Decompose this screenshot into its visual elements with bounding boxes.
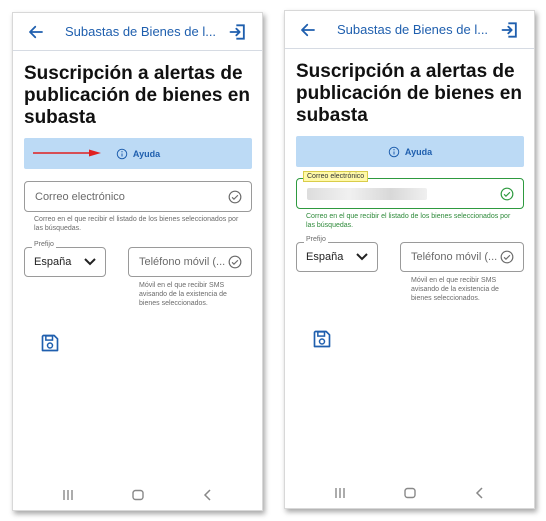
app-bar-title: Subastas de Bienes de l...	[65, 24, 215, 39]
email-helper-text: Correo en el que recibir el listado de l…	[34, 216, 239, 232]
page-title: Suscripción a alertas de publicación de …	[24, 63, 250, 128]
recents-icon[interactable]	[333, 486, 347, 500]
screenshot-canvas: Subastas de Bienes de l... Suscripción a…	[0, 0, 546, 521]
exit-icon[interactable]	[228, 22, 248, 42]
app-bar-title: Subastas de Bienes de l...	[337, 22, 487, 37]
email-helper-text: Correo en el que recibir el listado de l…	[306, 213, 511, 229]
phone-field[interactable]: Teléfono móvil (...	[128, 247, 252, 277]
app-bar: Subastas de Bienes de l...	[285, 11, 534, 49]
prefix-select[interactable]: España	[24, 247, 106, 277]
chevron-down-icon	[356, 253, 368, 261]
phone-placeholder: Teléfono móvil (...	[411, 251, 498, 263]
email-field[interactable]	[296, 178, 524, 209]
annotation-arrow	[33, 149, 101, 157]
help-button[interactable]: Ayuda	[296, 136, 524, 167]
exit-icon[interactable]	[500, 20, 520, 40]
info-icon	[116, 148, 128, 159]
phone-screen-filled: Subastas de Bienes de l... Suscripción a…	[284, 10, 535, 509]
prefix-select[interactable]: España	[296, 242, 378, 272]
phone-field[interactable]: Teléfono móvil (...	[400, 242, 524, 272]
back-arrow-icon[interactable]	[27, 23, 45, 41]
help-button-label: Ayuda	[404, 146, 433, 157]
phone-screen-initial: Subastas de Bienes de l... Suscripción a…	[12, 12, 263, 511]
email-field[interactable]: Correo electrónico	[24, 181, 252, 212]
check-circle-icon	[500, 187, 514, 200]
prefix-value: España	[34, 256, 72, 268]
prefix-label: Prefijo	[32, 241, 56, 248]
system-nav-bar	[285, 478, 534, 508]
system-nav-bar	[13, 480, 262, 510]
email-value-redacted	[307, 188, 427, 200]
prefix-value: España	[306, 251, 344, 263]
check-circle-icon	[500, 250, 514, 264]
save-icon[interactable]	[312, 329, 332, 349]
back-nav-icon[interactable]	[473, 486, 487, 500]
info-icon	[388, 146, 400, 157]
back-nav-icon[interactable]	[201, 488, 215, 502]
email-floating-label: Correo electrónico	[303, 171, 369, 182]
chevron-down-icon	[84, 258, 96, 266]
back-arrow-icon[interactable]	[299, 21, 317, 39]
home-icon[interactable]	[403, 486, 417, 500]
check-circle-icon	[228, 255, 242, 269]
home-icon[interactable]	[131, 488, 145, 502]
email-placeholder: Correo electrónico	[35, 190, 125, 203]
phone-placeholder: Teléfono móvil (...	[139, 256, 226, 268]
save-icon[interactable]	[40, 333, 60, 353]
check-circle-icon	[228, 190, 242, 203]
page-title: Suscripción a alertas de publicación de …	[296, 61, 522, 126]
recents-icon[interactable]	[61, 488, 75, 502]
prefix-label: Prefijo	[304, 236, 328, 243]
phone-helper-text: Móvil en el que recibir SMS avisando de …	[139, 282, 227, 307]
phone-helper-text: Móvil en el que recibir SMS avisando de …	[411, 277, 499, 302]
help-button-label: Ayuda	[132, 148, 161, 159]
app-bar: Subastas de Bienes de l...	[13, 13, 262, 51]
